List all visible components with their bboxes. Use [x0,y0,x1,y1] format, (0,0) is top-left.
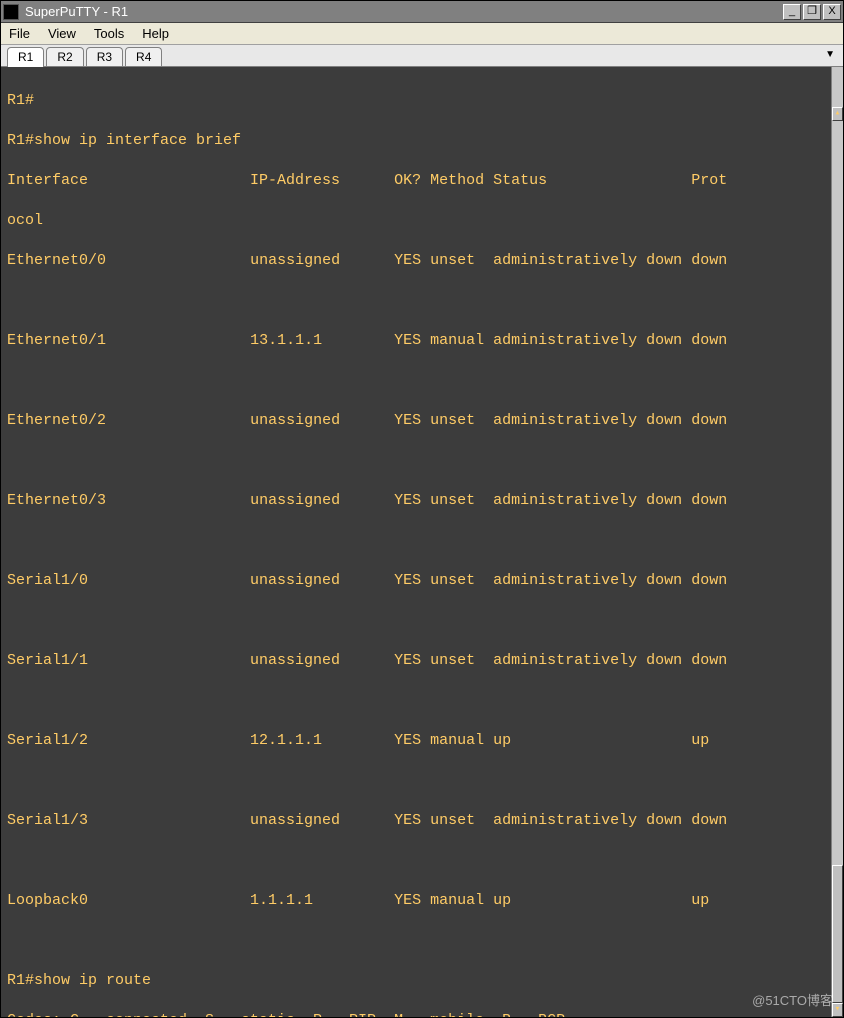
header-row: Interface IP-Address OK? Method Status P… [7,171,837,191]
title-bar[interactable]: SuperPuTTY - R1 _ ❐ X [1,1,843,23]
tab-dropdown-icon[interactable]: ▼ [825,49,835,60]
cmd-line: R1#show ip interface brief [7,131,837,151]
iface-row: Ethernet0/0 unassigned YES unset adminis… [7,251,837,271]
tab-r1[interactable]: R1 [7,47,44,67]
col-method: Method [430,172,484,189]
scroll-down-icon[interactable]: ▾ [832,1003,843,1017]
tab-r3[interactable]: R3 [86,47,123,66]
iface-row: Ethernet0/3 unassigned YES unset adminis… [7,491,837,511]
watermark: @51CTO博客 [752,991,833,1011]
menu-view[interactable]: View [48,26,76,41]
codes-line: Codes: C - connected, S - static, R - RI… [7,1011,837,1017]
iface-row: Loopback0 1.1.1.1 YES manual up up [7,891,837,911]
iface-row: Serial1/2 12.1.1.1 YES manual up up [7,731,837,751]
iface-row: Ethernet0/1 13.1.1.1 YES manual administ… [7,331,837,351]
menu-help[interactable]: Help [142,26,169,41]
app-window: SuperPuTTY - R1 _ ❐ X File View Tools He… [0,0,844,1018]
terminal-output[interactable]: R1# R1#show ip interface brief Interface… [1,67,843,1017]
tab-r2[interactable]: R2 [46,47,83,66]
scrollbar[interactable]: ▴ ▾ [831,67,843,1017]
iface-row: Serial1/3 unassigned YES unset administr… [7,811,837,831]
iface-row: Serial1/1 unassigned YES unset administr… [7,651,837,671]
header-wrap: ocol [7,211,837,231]
menu-tools[interactable]: Tools [94,26,124,41]
tab-r4[interactable]: R4 [125,47,162,66]
close-button[interactable]: X [823,4,841,20]
prompt-line: R1# [7,91,837,111]
window-title: SuperPuTTY - R1 [25,4,781,19]
col-iface: Interface [7,172,88,189]
cmd-line: R1#show ip route [7,971,837,991]
col-ok: OK? [394,172,421,189]
col-proto1: Prot [691,172,727,189]
iface-row: Ethernet0/2 unassigned YES unset adminis… [7,411,837,431]
tab-bar: R1 R2 R3 R4 ▼ [1,45,843,67]
scroll-track[interactable] [832,81,843,1003]
app-icon [3,4,19,20]
col-status: Status [493,172,547,189]
minimize-button[interactable]: _ [783,4,801,20]
col-ip: IP-Address [250,172,340,189]
menu-file[interactable]: File [9,26,30,41]
iface-row: Serial1/0 unassigned YES unset administr… [7,571,837,591]
menu-bar: File View Tools Help [1,23,843,45]
scroll-thumb[interactable] [832,865,843,1003]
maximize-button[interactable]: ❐ [803,4,821,20]
